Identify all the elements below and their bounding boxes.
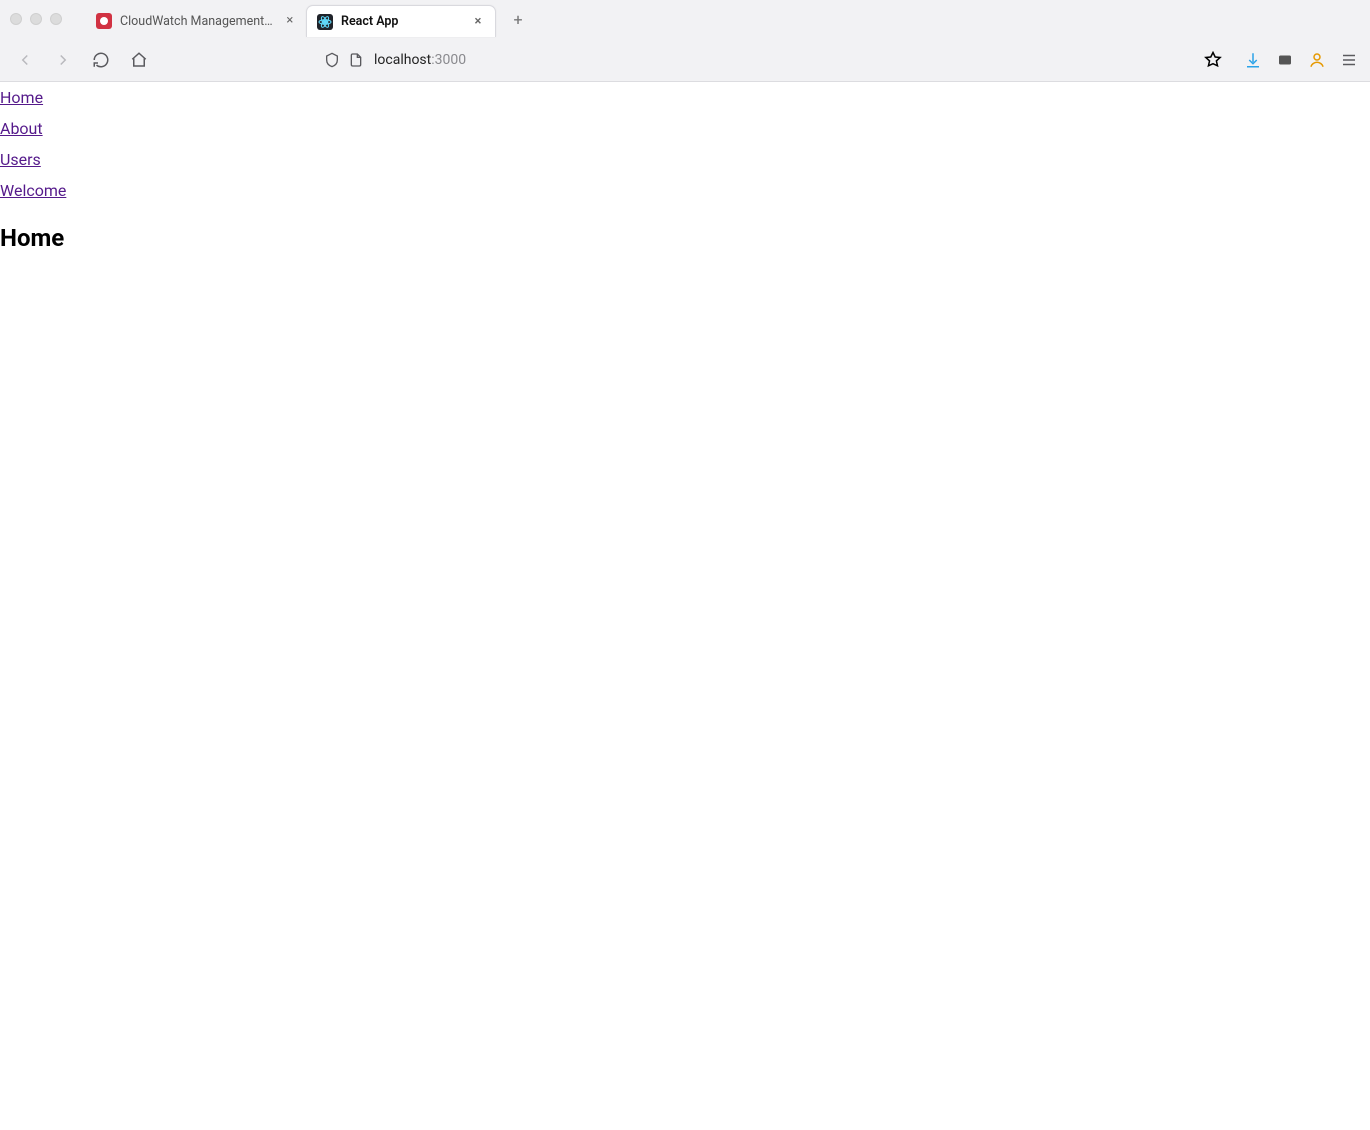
browser-chrome: CloudWatch Management Cons × React App ×… bbox=[0, 0, 1370, 82]
tab-strip: CloudWatch Management Cons × React App ×… bbox=[0, 0, 1370, 38]
url-port: :3000 bbox=[431, 52, 466, 68]
new-tab-button[interactable]: + bbox=[504, 5, 532, 33]
address-bar-leading-icons bbox=[324, 52, 364, 68]
nav-link-about[interactable]: About bbox=[0, 119, 43, 138]
home-button[interactable] bbox=[126, 47, 152, 73]
shield-icon[interactable] bbox=[324, 52, 340, 68]
list-item: Welcome bbox=[0, 175, 1370, 206]
tab-react-app[interactable]: React App × bbox=[306, 5, 496, 37]
bookmark-star-icon[interactable] bbox=[1204, 51, 1222, 69]
list-item: Users bbox=[0, 144, 1370, 175]
page-heading: Home bbox=[0, 224, 1370, 252]
back-button[interactable] bbox=[12, 47, 38, 73]
window-minimize-button[interactable] bbox=[30, 13, 42, 25]
address-bar[interactable]: localhost:3000 bbox=[164, 44, 1232, 76]
cloudwatch-favicon-icon bbox=[96, 13, 112, 29]
page-viewport[interactable]: Home About Users Welcome Home bbox=[0, 82, 1370, 1130]
list-item: Home bbox=[0, 82, 1370, 113]
tab-cloudwatch[interactable]: CloudWatch Management Cons × bbox=[86, 5, 306, 37]
menu-icon[interactable] bbox=[1340, 51, 1358, 69]
downloads-icon[interactable] bbox=[1244, 51, 1262, 69]
nav-link-list: Home About Users Welcome bbox=[0, 82, 1370, 206]
react-favicon-icon bbox=[317, 14, 333, 30]
tab-close-button[interactable]: × bbox=[471, 15, 485, 29]
forward-button[interactable] bbox=[50, 47, 76, 73]
url-text: localhost:3000 bbox=[374, 52, 466, 68]
window-close-button[interactable] bbox=[10, 13, 22, 25]
page-content: Home About Users Welcome Home bbox=[0, 82, 1370, 252]
window-controls bbox=[10, 13, 62, 25]
toolbar-right-icons bbox=[1244, 51, 1358, 69]
tab-title: React App bbox=[341, 14, 463, 29]
nav-link-welcome[interactable]: Welcome bbox=[0, 181, 66, 200]
toolbar: localhost:3000 bbox=[0, 38, 1370, 82]
page-info-icon[interactable] bbox=[348, 52, 364, 68]
nav-link-users[interactable]: Users bbox=[0, 150, 41, 169]
nav-link-home[interactable]: Home bbox=[0, 88, 43, 107]
tab-title: CloudWatch Management Cons bbox=[120, 14, 276, 29]
list-item: About bbox=[0, 113, 1370, 144]
reload-button[interactable] bbox=[88, 47, 114, 73]
url-host: localhost bbox=[374, 52, 431, 68]
tab-close-button[interactable]: × bbox=[284, 14, 296, 28]
window-zoom-button[interactable] bbox=[50, 13, 62, 25]
account-icon[interactable] bbox=[1308, 51, 1326, 69]
extension-icon[interactable] bbox=[1276, 51, 1294, 69]
